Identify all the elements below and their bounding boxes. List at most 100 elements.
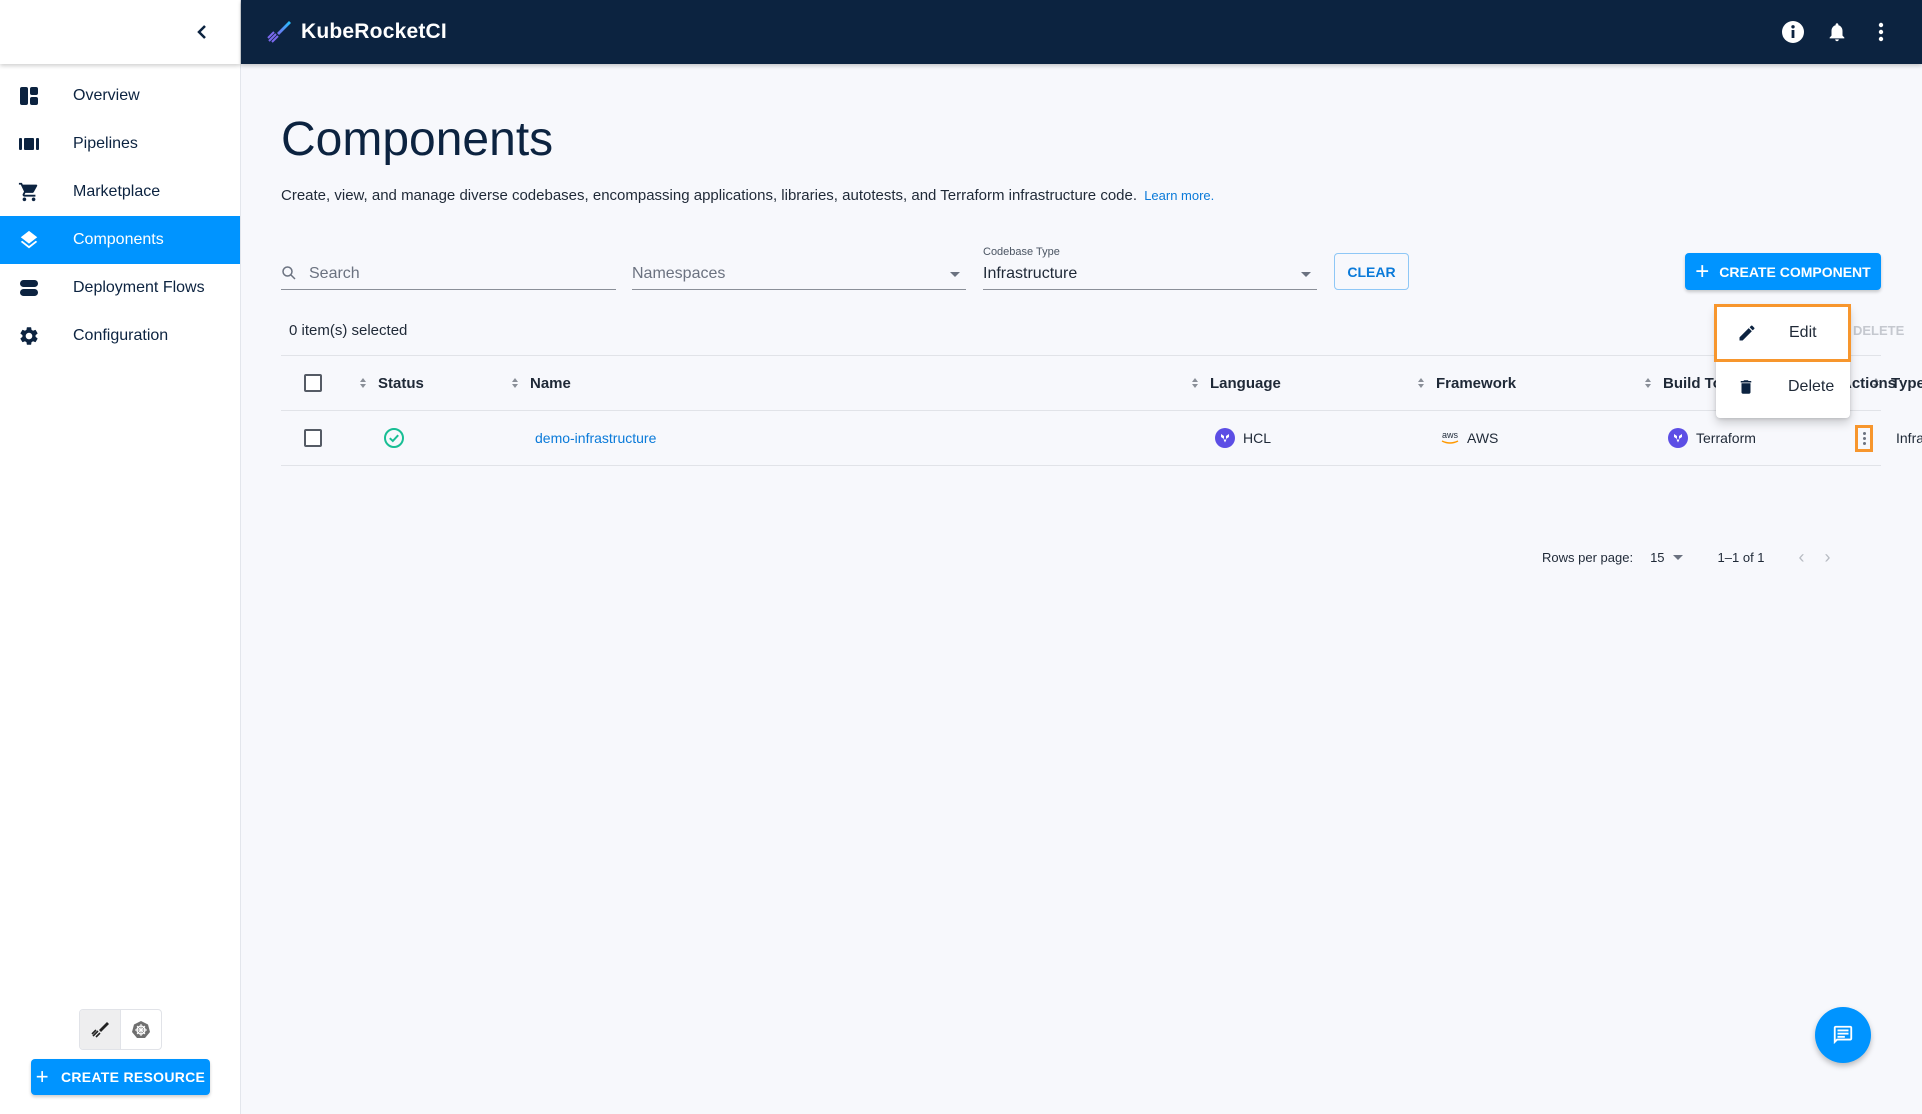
collapse-sidebar-button[interactable] <box>190 20 214 44</box>
build-tool-value: Terraform <box>1696 430 1756 446</box>
sort-icon <box>1192 378 1198 388</box>
sidebar-item-label: Marketplace <box>73 183 161 200</box>
sort-icon <box>360 378 366 388</box>
info-icon <box>1782 21 1804 43</box>
terraform-icon <box>1668 428 1688 448</box>
topbar-actions <box>1764 17 1896 47</box>
sidebar-item-label: Configuration <box>73 327 169 344</box>
sidebar: Overview Pipelines Marketplace Component… <box>0 0 241 1114</box>
sidebar-item-overview[interactable]: Overview <box>0 72 240 120</box>
table-row[interactable]: demo-infrastructure HCL aws AWS Terrafor… <box>281 411 1922 466</box>
page-description: Create, view, and manage diverse codebas… <box>281 187 1214 204</box>
more-vert-icon <box>1878 22 1884 42</box>
bulk-delete-button[interactable]: DELETE <box>1853 323 1904 338</box>
search-icon <box>282 266 296 280</box>
sidebar-item-label: Deployment Flows <box>73 279 205 296</box>
prev-page-button[interactable]: ‹ <box>1799 547 1805 568</box>
trash-icon <box>1734 375 1758 399</box>
sort-icon <box>1645 378 1651 388</box>
build-tool-cell: Terraform <box>1668 411 1756 465</box>
next-page-button[interactable]: › <box>1825 547 1831 568</box>
info-button[interactable] <box>1778 17 1808 47</box>
create-component-label: CREATE COMPONENT <box>1719 263 1871 280</box>
kubernetes-mode-button[interactable] <box>121 1010 161 1049</box>
sort-icon <box>1418 378 1424 388</box>
framework-value: AWS <box>1467 430 1499 446</box>
sidebar-header <box>0 0 240 64</box>
type-cell: Infrastructure <box>1896 411 1922 465</box>
menu-item-edit[interactable]: Edit <box>1714 304 1851 362</box>
pagination: Rows per page: 15 1–1 of 1 ‹ › <box>1542 537 1831 577</box>
pipelines-icon <box>17 132 41 156</box>
rows-per-page-select[interactable]: 15 <box>1650 550 1683 565</box>
cart-icon <box>17 180 41 204</box>
aws-icon: aws <box>1441 431 1459 445</box>
gear-icon <box>17 324 41 348</box>
chat-fab-button[interactable] <box>1815 1007 1871 1063</box>
language-cell: HCL <box>1215 411 1271 465</box>
sidebar-nav: Overview Pipelines Marketplace Component… <box>0 72 240 360</box>
column-framework[interactable]: Framework <box>1418 356 1516 410</box>
sidebar-item-deployment-flows[interactable]: Deployment Flows <box>0 264 240 312</box>
topbar: KubeRocketCI <box>241 0 1922 64</box>
more-vert-icon <box>1862 432 1866 435</box>
sidebar-item-marketplace[interactable]: Marketplace <box>0 168 240 216</box>
rocket-mode-button[interactable] <box>80 1010 121 1049</box>
notifications-button[interactable] <box>1822 17 1852 47</box>
dropdown-arrow-icon <box>950 272 960 277</box>
sidebar-item-configuration[interactable]: Configuration <box>0 312 240 360</box>
selected-count: 0 item(s) selected <box>289 322 408 339</box>
row-checkbox[interactable] <box>304 429 322 447</box>
sort-icon <box>512 378 518 388</box>
plus-icon: + <box>1695 257 1710 285</box>
rocket-icon <box>91 1021 109 1038</box>
create-component-button[interactable]: + CREATE COMPONENT <box>1685 253 1881 290</box>
clear-filters-button[interactable]: CLEAR <box>1334 253 1409 290</box>
select-all-checkbox[interactable] <box>304 374 322 392</box>
learn-more-link[interactable]: Learn more. <box>1144 188 1214 203</box>
table-header: Status Name Language Framework Build Too… <box>281 355 1922 411</box>
sidebar-item-components[interactable]: Components <box>0 216 240 264</box>
components-table: Status Name Language Framework Build Too… <box>281 355 1922 466</box>
page-description-text: Create, view, and manage diverse codebas… <box>281 187 1138 204</box>
column-language[interactable]: Language <box>1192 356 1281 410</box>
sidebar-item-label: Pipelines <box>73 135 138 152</box>
create-resource-label: CREATE RESOURCE <box>60 1069 206 1085</box>
app-title: KubeRocketCI <box>301 20 447 43</box>
type-value: Infrastructure <box>1896 430 1922 446</box>
create-resource-button[interactable]: + CREATE RESOURCE <box>31 1059 210 1095</box>
app-logo[interactable]: KubeRocketCI <box>265 18 447 46</box>
column-label: Name <box>530 374 571 392</box>
mode-toggle <box>79 1009 162 1050</box>
page-title: Components <box>281 113 554 166</box>
row-actions-button[interactable] <box>1855 425 1873 452</box>
menu-item-label: Delete <box>1788 378 1835 395</box>
more-menu-button[interactable] <box>1866 17 1896 47</box>
column-status[interactable]: Status <box>360 356 424 410</box>
column-name[interactable]: Name <box>512 356 571 410</box>
language-value: HCL <box>1243 430 1272 446</box>
dashboard-icon <box>17 84 41 108</box>
namespaces-select[interactable]: Namespaces <box>632 246 966 290</box>
sidebar-item-pipelines[interactable]: Pipelines <box>0 120 240 168</box>
column-label: Status <box>378 374 424 392</box>
framework-cell: aws AWS <box>1441 411 1498 465</box>
row-actions-menu: Edit Delete <box>1714 304 1851 418</box>
name-cell: demo-infrastructure <box>535 411 656 465</box>
search-input[interactable]: Search <box>281 246 616 290</box>
menu-item-delete[interactable]: Delete <box>1716 363 1850 411</box>
status-ok-icon <box>384 428 404 448</box>
status-cell <box>383 411 405 465</box>
chat-icon <box>1833 1025 1853 1045</box>
layers-icon <box>17 228 41 252</box>
bell-icon <box>1829 23 1845 42</box>
page-nav: ‹ › <box>1799 547 1831 568</box>
codebase-type-select[interactable]: Codebase Type Infrastructure <box>983 246 1317 290</box>
search-placeholder: Search <box>309 265 360 282</box>
select-all-cell <box>304 356 322 410</box>
namespaces-placeholder: Namespaces <box>632 265 726 282</box>
component-name-link[interactable]: demo-infrastructure <box>535 430 656 446</box>
page-range: 1–1 of 1 <box>1717 549 1765 565</box>
codebase-type-label: Codebase Type <box>983 246 1060 258</box>
dropdown-arrow-icon <box>1301 272 1311 277</box>
